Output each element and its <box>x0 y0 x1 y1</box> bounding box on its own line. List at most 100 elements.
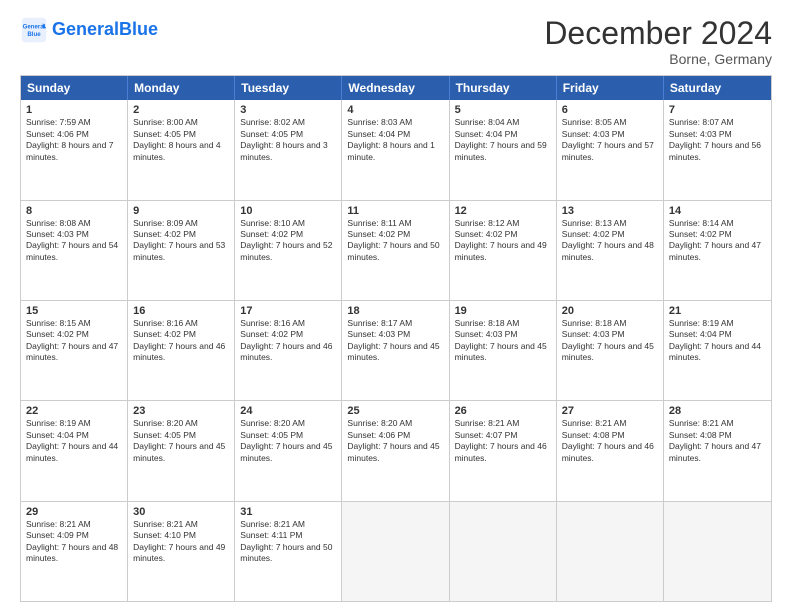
day-info: Sunrise: 8:18 AMSunset: 4:03 PMDaylight:… <box>455 318 551 364</box>
calendar-cell-6: 6Sunrise: 8:05 AMSunset: 4:03 PMDaylight… <box>557 100 664 199</box>
day-number: 15 <box>26 305 122 317</box>
calendar-cell-16: 16Sunrise: 8:16 AMSunset: 4:02 PMDayligh… <box>128 301 235 400</box>
calendar-cell-empty <box>664 502 771 601</box>
day-info: Sunrise: 8:18 AMSunset: 4:03 PMDaylight:… <box>562 318 658 364</box>
day-number: 11 <box>347 205 443 217</box>
header-day-thursday: Thursday <box>450 76 557 100</box>
calendar-cell-30: 30Sunrise: 8:21 AMSunset: 4:10 PMDayligh… <box>128 502 235 601</box>
day-info: Sunrise: 8:15 AMSunset: 4:02 PMDaylight:… <box>26 318 122 364</box>
calendar-cell-24: 24Sunrise: 8:20 AMSunset: 4:05 PMDayligh… <box>235 401 342 500</box>
day-number: 28 <box>669 405 766 417</box>
day-number: 30 <box>133 506 229 518</box>
title-area: December 2024 Borne, Germany <box>544 16 772 67</box>
day-number: 5 <box>455 104 551 116</box>
calendar-body: 1Sunrise: 7:59 AMSunset: 4:06 PMDaylight… <box>21 100 771 601</box>
header-day-sunday: Sunday <box>21 76 128 100</box>
day-info: Sunrise: 8:20 AMSunset: 4:06 PMDaylight:… <box>347 418 443 464</box>
calendar-cell-13: 13Sunrise: 8:13 AMSunset: 4:02 PMDayligh… <box>557 201 664 300</box>
calendar-cell-15: 15Sunrise: 8:15 AMSunset: 4:02 PMDayligh… <box>21 301 128 400</box>
header-day-friday: Friday <box>557 76 664 100</box>
day-number: 20 <box>562 305 658 317</box>
day-number: 26 <box>455 405 551 417</box>
calendar-cell-7: 7Sunrise: 8:07 AMSunset: 4:03 PMDaylight… <box>664 100 771 199</box>
day-info: Sunrise: 8:17 AMSunset: 4:03 PMDaylight:… <box>347 318 443 364</box>
calendar-cell-8: 8Sunrise: 8:08 AMSunset: 4:03 PMDaylight… <box>21 201 128 300</box>
day-info: Sunrise: 8:04 AMSunset: 4:04 PMDaylight:… <box>455 117 551 163</box>
day-number: 4 <box>347 104 443 116</box>
day-info: Sunrise: 8:21 AMSunset: 4:11 PMDaylight:… <box>240 519 336 565</box>
day-number: 18 <box>347 305 443 317</box>
svg-text:Blue: Blue <box>27 31 41 38</box>
calendar-cell-19: 19Sunrise: 8:18 AMSunset: 4:03 PMDayligh… <box>450 301 557 400</box>
day-info: Sunrise: 8:09 AMSunset: 4:02 PMDaylight:… <box>133 218 229 264</box>
calendar-cell-9: 9Sunrise: 8:09 AMSunset: 4:02 PMDaylight… <box>128 201 235 300</box>
day-info: Sunrise: 8:21 AMSunset: 4:10 PMDaylight:… <box>133 519 229 565</box>
day-number: 27 <box>562 405 658 417</box>
day-info: Sunrise: 8:02 AMSunset: 4:05 PMDaylight:… <box>240 117 336 163</box>
day-number: 3 <box>240 104 336 116</box>
day-number: 19 <box>455 305 551 317</box>
logo: General Blue GeneralBlue <box>20 16 158 44</box>
logo-text: GeneralBlue <box>52 20 158 40</box>
day-info: Sunrise: 8:16 AMSunset: 4:02 PMDaylight:… <box>240 318 336 364</box>
calendar-week-5: 29Sunrise: 8:21 AMSunset: 4:09 PMDayligh… <box>21 502 771 601</box>
calendar-header: SundayMondayTuesdayWednesdayThursdayFrid… <box>21 76 771 100</box>
day-info: Sunrise: 8:13 AMSunset: 4:02 PMDaylight:… <box>562 218 658 264</box>
day-number: 9 <box>133 205 229 217</box>
calendar-cell-11: 11Sunrise: 8:11 AMSunset: 4:02 PMDayligh… <box>342 201 449 300</box>
day-info: Sunrise: 8:08 AMSunset: 4:03 PMDaylight:… <box>26 218 122 264</box>
subtitle: Borne, Germany <box>544 51 772 67</box>
calendar-cell-21: 21Sunrise: 8:19 AMSunset: 4:04 PMDayligh… <box>664 301 771 400</box>
day-info: Sunrise: 7:59 AMSunset: 4:06 PMDaylight:… <box>26 117 122 163</box>
day-number: 12 <box>455 205 551 217</box>
svg-text:General: General <box>23 23 46 30</box>
calendar-week-2: 8Sunrise: 8:08 AMSunset: 4:03 PMDaylight… <box>21 201 771 301</box>
day-number: 22 <box>26 405 122 417</box>
month-title: December 2024 <box>544 16 772 51</box>
day-info: Sunrise: 8:21 AMSunset: 4:09 PMDaylight:… <box>26 519 122 565</box>
day-info: Sunrise: 8:05 AMSunset: 4:03 PMDaylight:… <box>562 117 658 163</box>
calendar-cell-empty <box>450 502 557 601</box>
calendar-cell-28: 28Sunrise: 8:21 AMSunset: 4:08 PMDayligh… <box>664 401 771 500</box>
calendar-cell-17: 17Sunrise: 8:16 AMSunset: 4:02 PMDayligh… <box>235 301 342 400</box>
day-info: Sunrise: 8:14 AMSunset: 4:02 PMDaylight:… <box>669 218 766 264</box>
day-number: 1 <box>26 104 122 116</box>
day-info: Sunrise: 8:21 AMSunset: 4:08 PMDaylight:… <box>669 418 766 464</box>
header-day-wednesday: Wednesday <box>342 76 449 100</box>
calendar-cell-29: 29Sunrise: 8:21 AMSunset: 4:09 PMDayligh… <box>21 502 128 601</box>
calendar-cell-empty <box>557 502 664 601</box>
calendar-cell-25: 25Sunrise: 8:20 AMSunset: 4:06 PMDayligh… <box>342 401 449 500</box>
logo-icon: General Blue <box>20 16 48 44</box>
calendar: SundayMondayTuesdayWednesdayThursdayFrid… <box>20 75 772 602</box>
day-number: 16 <box>133 305 229 317</box>
header: General Blue GeneralBlue December 2024 B… <box>20 16 772 67</box>
calendar-cell-27: 27Sunrise: 8:21 AMSunset: 4:08 PMDayligh… <box>557 401 664 500</box>
calendar-cell-3: 3Sunrise: 8:02 AMSunset: 4:05 PMDaylight… <box>235 100 342 199</box>
day-info: Sunrise: 8:00 AMSunset: 4:05 PMDaylight:… <box>133 117 229 163</box>
day-info: Sunrise: 8:19 AMSunset: 4:04 PMDaylight:… <box>26 418 122 464</box>
day-number: 23 <box>133 405 229 417</box>
calendar-cell-5: 5Sunrise: 8:04 AMSunset: 4:04 PMDaylight… <box>450 100 557 199</box>
calendar-cell-31: 31Sunrise: 8:21 AMSunset: 4:11 PMDayligh… <box>235 502 342 601</box>
day-number: 7 <box>669 104 766 116</box>
calendar-cell-10: 10Sunrise: 8:10 AMSunset: 4:02 PMDayligh… <box>235 201 342 300</box>
page: General Blue GeneralBlue December 2024 B… <box>0 0 792 612</box>
day-info: Sunrise: 8:19 AMSunset: 4:04 PMDaylight:… <box>669 318 766 364</box>
calendar-cell-12: 12Sunrise: 8:12 AMSunset: 4:02 PMDayligh… <box>450 201 557 300</box>
day-number: 2 <box>133 104 229 116</box>
header-day-saturday: Saturday <box>664 76 771 100</box>
day-info: Sunrise: 8:10 AMSunset: 4:02 PMDaylight:… <box>240 218 336 264</box>
calendar-cell-23: 23Sunrise: 8:20 AMSunset: 4:05 PMDayligh… <box>128 401 235 500</box>
day-number: 25 <box>347 405 443 417</box>
day-info: Sunrise: 8:20 AMSunset: 4:05 PMDaylight:… <box>133 418 229 464</box>
day-number: 29 <box>26 506 122 518</box>
calendar-cell-2: 2Sunrise: 8:00 AMSunset: 4:05 PMDaylight… <box>128 100 235 199</box>
day-info: Sunrise: 8:12 AMSunset: 4:02 PMDaylight:… <box>455 218 551 264</box>
calendar-cell-4: 4Sunrise: 8:03 AMSunset: 4:04 PMDaylight… <box>342 100 449 199</box>
calendar-cell-empty <box>342 502 449 601</box>
day-info: Sunrise: 8:11 AMSunset: 4:02 PMDaylight:… <box>347 218 443 264</box>
calendar-cell-18: 18Sunrise: 8:17 AMSunset: 4:03 PMDayligh… <box>342 301 449 400</box>
calendar-week-1: 1Sunrise: 7:59 AMSunset: 4:06 PMDaylight… <box>21 100 771 200</box>
day-number: 24 <box>240 405 336 417</box>
day-number: 10 <box>240 205 336 217</box>
